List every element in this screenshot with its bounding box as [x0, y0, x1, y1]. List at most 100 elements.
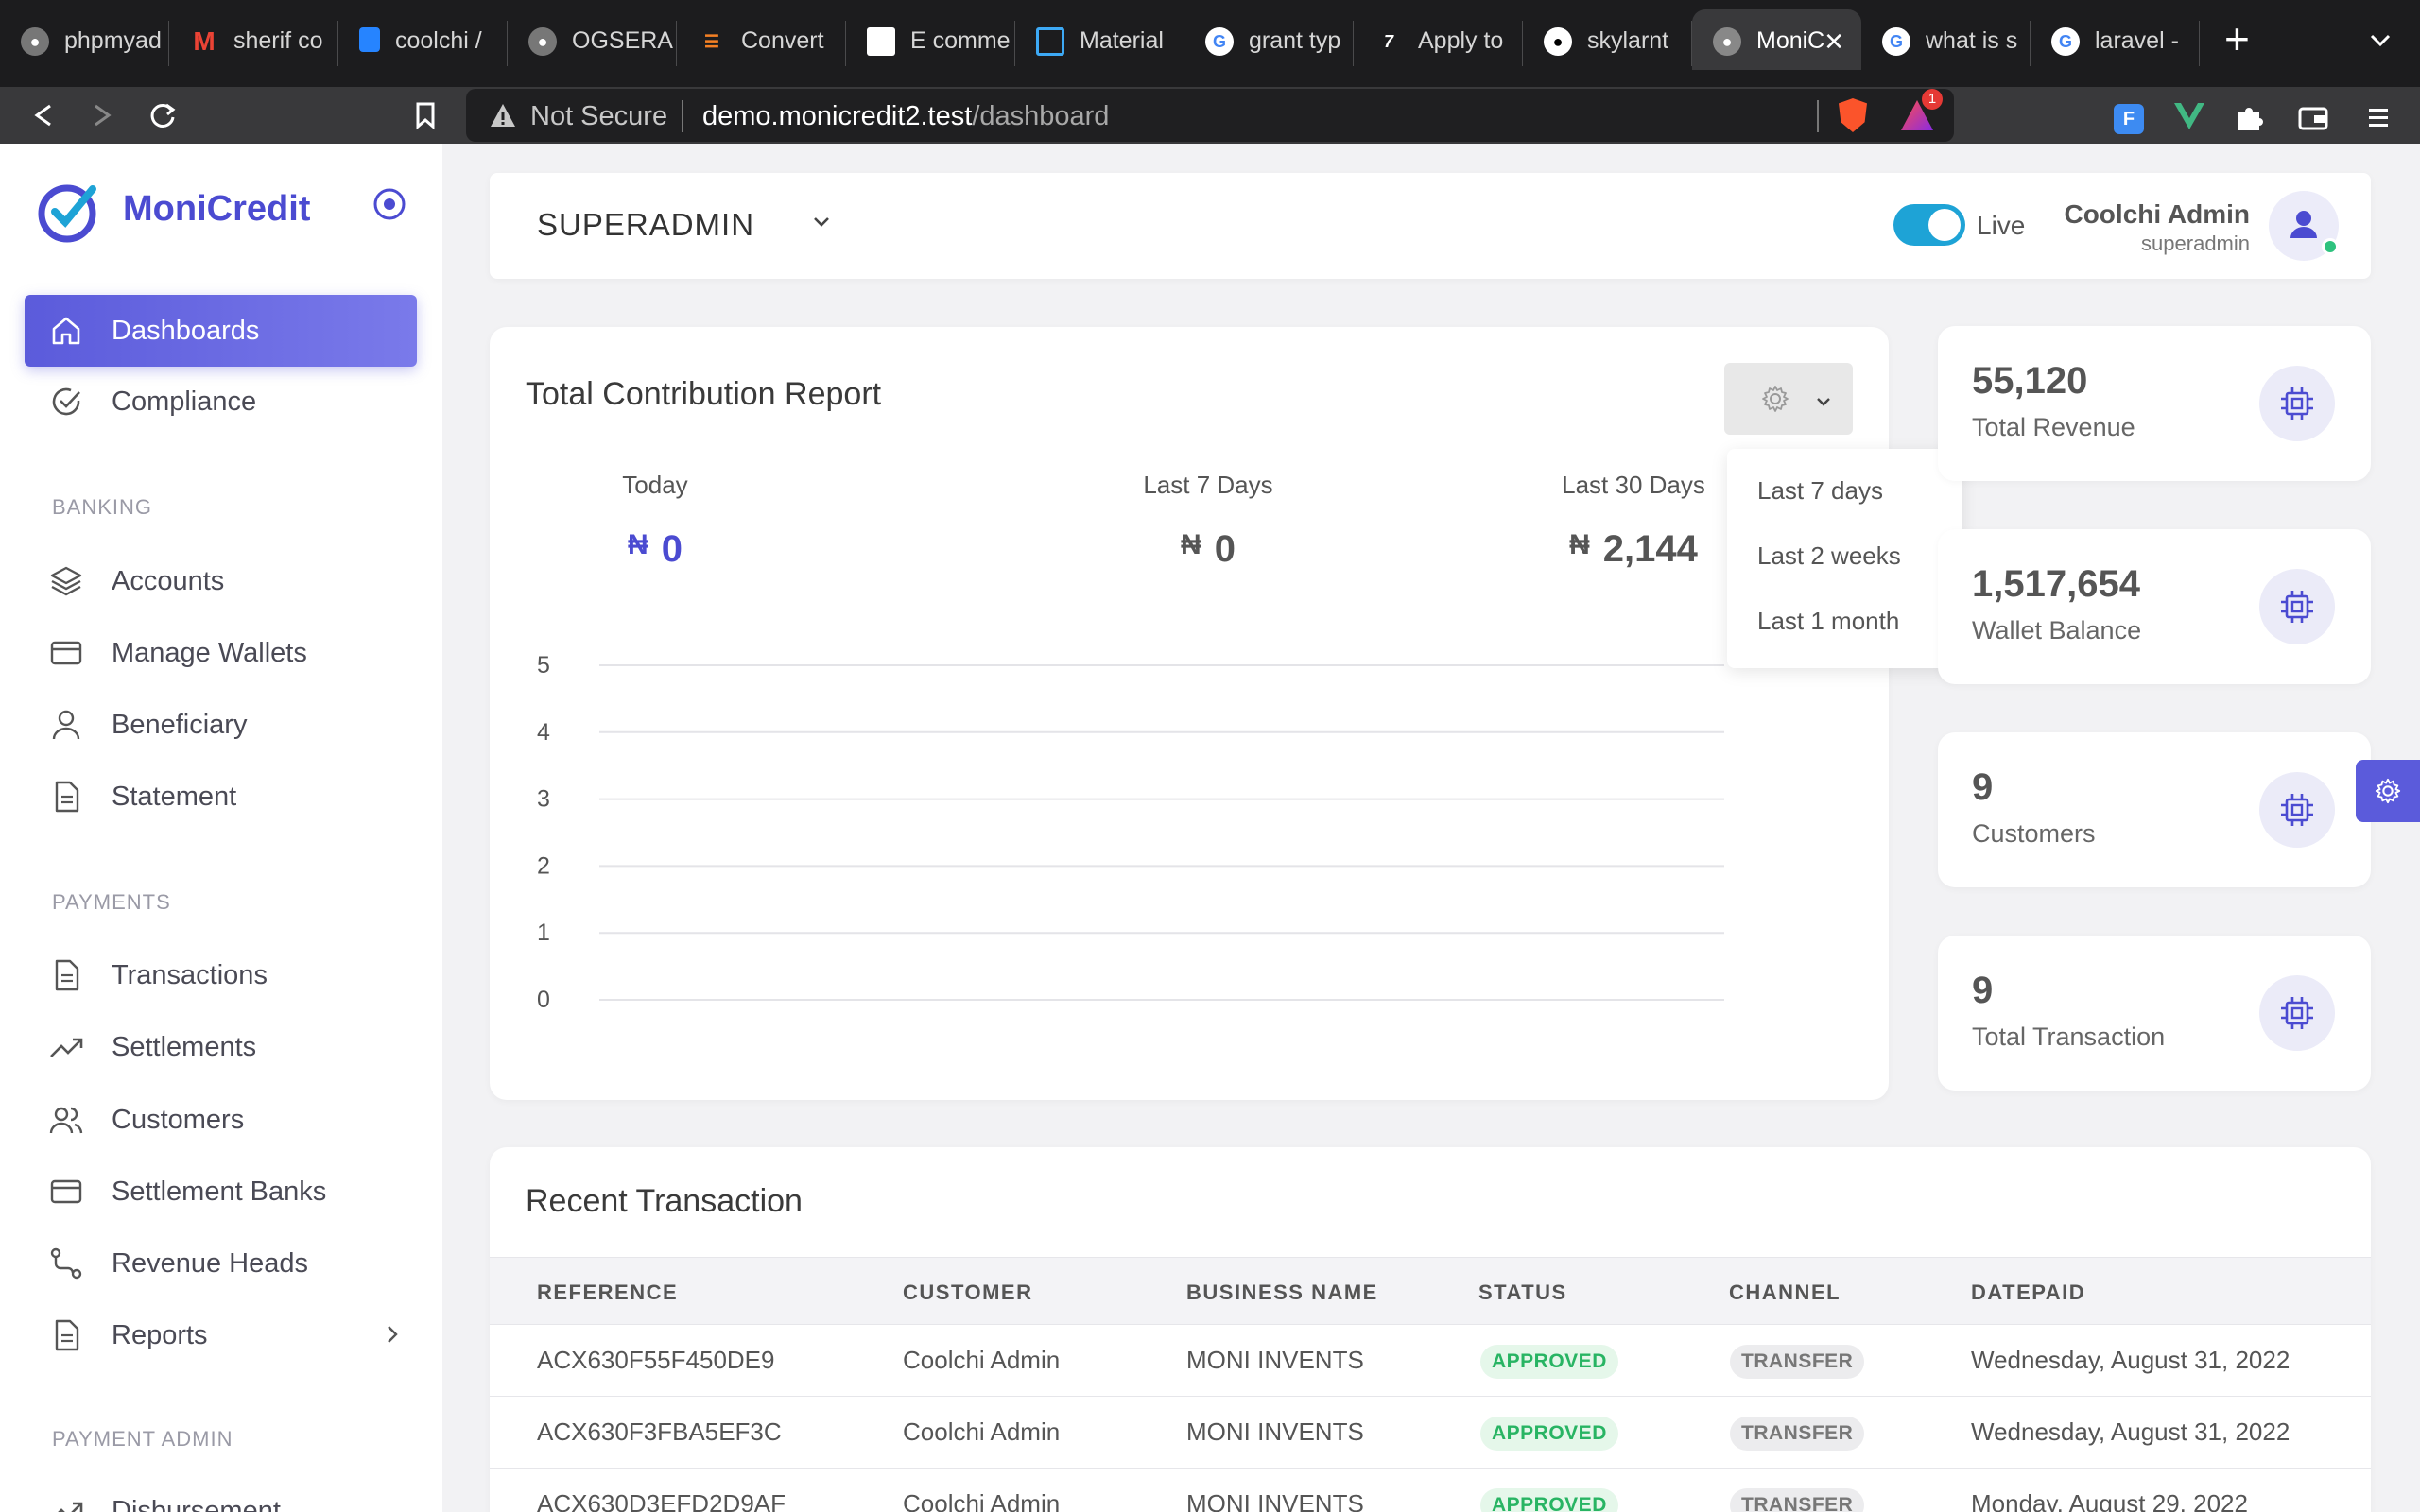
browser-tab[interactable]: Msherif co: [169, 0, 338, 87]
browser-tab[interactable]: coolchi /: [338, 0, 508, 87]
sidebar-item-label: Beneficiary: [112, 709, 248, 740]
currency-symbol: ₦: [1569, 529, 1590, 560]
browser-tab[interactable]: ☰ Convert: [677, 0, 846, 87]
browser-tabs: ● phpmyad Msherif co coolchi / ● OGSERA ☰ C…: [0, 0, 2344, 87]
column-header-channel[interactable]: CHANNEL: [1729, 1280, 1841, 1305]
forward-arrow-icon: [95, 104, 112, 127]
dropdown-option-last-2-weeks[interactable]: Last 2 weeks: [1757, 541, 1901, 571]
wallet-button[interactable]: [2297, 104, 2329, 137]
sidebar-item-label: Manage Wallets: [112, 637, 307, 668]
sidebar-item-statement[interactable]: Statement: [25, 764, 417, 830]
sidebar-item-dashboards[interactable]: Dashboards: [25, 298, 417, 364]
back-button[interactable]: [25, 96, 62, 134]
chevron-down-icon[interactable]: [2366, 26, 2394, 55]
table-row[interactable]: ACX630F3FBA5EF3C Coolchi Admin MONI INVE…: [490, 1397, 2371, 1469]
sidebar-item-label: Settlements: [112, 1031, 257, 1062]
user-role: superadmin: [2141, 232, 2250, 255]
metric-label: Total Revenue: [1972, 413, 2135, 441]
bookmark-button[interactable]: [406, 96, 444, 134]
customizer-gear-button[interactable]: [2356, 760, 2420, 822]
role-selector-label[interactable]: SUPERADMIN: [537, 207, 754, 243]
alert-count-badge: 1: [1922, 89, 1943, 110]
currency-symbol: ₦: [1181, 529, 1201, 560]
dropdown-option-last-7-days[interactable]: Last 7 days: [1757, 476, 1883, 506]
browser-tab[interactable]: 7 Apply to: [1354, 0, 1523, 87]
brave-shield-icon[interactable]: [1839, 98, 1867, 132]
not-secure-label: Not Secure: [530, 101, 668, 131]
browser-tab[interactable]: E comme: [846, 0, 1015, 87]
browser-tab[interactable]: ● phpmyad: [0, 0, 169, 87]
url-text[interactable]: demo.monicredit2.test/dashboard: [702, 101, 1109, 132]
back-arrow-icon: [34, 104, 51, 127]
google-icon: G: [1205, 27, 1234, 56]
dropdown-option-last-1-month[interactable]: Last 1 month: [1757, 607, 1899, 636]
sidebar-item-compliance[interactable]: Compliance: [25, 369, 417, 435]
address-bar[interactable]: Not Secure demo.monicredit2.test/dashboa…: [466, 89, 1954, 142]
contribution-chart: 0 1 2 3 4 5: [537, 652, 1724, 1013]
google-icon: G: [2051, 27, 2080, 56]
trending-up-icon: [50, 1038, 83, 1057]
sidebar-item-beneficiary[interactable]: Beneficiary: [25, 692, 417, 758]
sidebar-item-label: Statement: [112, 781, 237, 812]
sidebar-item-revenue-heads[interactable]: Revenue Heads: [25, 1230, 417, 1297]
close-tab-icon[interactable]: ✕: [1824, 27, 1844, 57]
sidebar-item-label: Compliance: [112, 386, 257, 417]
extension-fj-icon[interactable]: F: [2114, 104, 2144, 134]
brand-name: MoniCredit: [123, 189, 311, 229]
table-row[interactable]: ACX630D3EFD2D9AF Coolchi Admin MONI INVE…: [490, 1469, 2371, 1512]
table-row[interactable]: ACX630F55F450DE9 Coolchi Admin MONI INVE…: [490, 1325, 2371, 1397]
avatar[interactable]: [2269, 191, 2339, 261]
sidebar-item-disbursement[interactable]: Disbursement: [25, 1478, 417, 1512]
live-mode-toggle[interactable]: [1893, 204, 1965, 246]
column-header-datepaid[interactable]: DATEPAID: [1971, 1280, 2085, 1305]
sidebar-item-customers[interactable]: Customers: [25, 1087, 417, 1153]
warning-icon: [491, 104, 515, 127]
sidebar-item-manage-wallets[interactable]: Manage Wallets: [25, 620, 417, 686]
vue-devtools-icon[interactable]: [2172, 100, 2206, 132]
y-tick-label: 3: [537, 786, 550, 813]
forward-button[interactable]: [83, 96, 121, 134]
cell-date-paid: Wednesday, August 31, 2022: [1971, 1418, 2290, 1446]
stat-label: Today: [622, 471, 688, 499]
cpu-icon: [2259, 772, 2335, 848]
check-circle-icon: [52, 387, 80, 416]
sidebar-item-transactions[interactable]: Transactions: [25, 942, 417, 1008]
browser-tab[interactable]: ● OGSERA: [508, 0, 677, 87]
browser-tab[interactable]: Glaravel -: [2031, 0, 2200, 87]
y-tick-label: 5: [537, 652, 550, 679]
sidebar-item-label: Accounts: [112, 565, 225, 596]
stat-value: ₦ 0: [490, 528, 821, 571]
stackoverflow-icon: ☰: [703, 31, 720, 51]
new-tab-button[interactable]: +: [2224, 17, 2250, 60]
browser-tab[interactable]: Gwhat is s: [1861, 0, 2031, 87]
sidebar-toggle-icon[interactable]: [372, 187, 406, 221]
sidebar-item-settlement-banks[interactable]: Settlement Banks: [25, 1159, 417, 1225]
sidebar-item-accounts[interactable]: Accounts: [25, 548, 417, 614]
browser-tab[interactable]: Material: [1015, 0, 1184, 87]
metric-value: 55,120: [1972, 360, 2088, 402]
browser-tab-active[interactable]: ● MoniC ✕: [1692, 9, 1861, 70]
browser-tab[interactable]: Ggrant typ: [1184, 0, 1354, 87]
section-title-banking: BANKING: [52, 495, 153, 519]
browser-menu-button[interactable]: [2365, 104, 2392, 135]
column-header-business-name[interactable]: BUSINESS NAME: [1186, 1280, 1378, 1305]
extensions-button[interactable]: [2233, 102, 2265, 139]
sidebar-item-reports[interactable]: Reports: [25, 1302, 417, 1368]
sidebar-item-settlements[interactable]: Settlements: [25, 1014, 417, 1080]
column-header-status[interactable]: STATUS: [1478, 1280, 1567, 1305]
chevron-down-icon[interactable]: [809, 209, 834, 233]
browser-tab[interactable]: ● skylarnt: [1523, 0, 1692, 87]
document-icon: [55, 781, 79, 813]
cell-date-paid: Monday, August 29, 2022: [1971, 1489, 2248, 1512]
column-header-customer[interactable]: CUSTOMER: [903, 1280, 1033, 1305]
gear-icon: [1762, 386, 1789, 412]
column-header-reference[interactable]: REFERENCE: [537, 1280, 678, 1305]
online-status-dot: [2322, 238, 2339, 255]
bookmark-icon: [416, 102, 435, 130]
sidebar-item-label: Disbursement: [112, 1495, 281, 1512]
document-icon: [55, 959, 79, 991]
chip-glyph: [2281, 591, 2313, 623]
report-settings-button[interactable]: [1724, 363, 1853, 435]
stat-amount: 0: [1214, 528, 1236, 570]
reload-button[interactable]: [144, 96, 182, 134]
